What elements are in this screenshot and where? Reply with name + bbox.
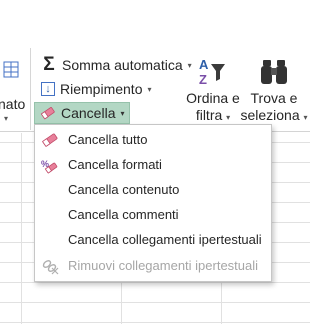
- find-select-label-1: Trova e: [250, 90, 298, 106]
- fill-label: Riempimento: [60, 81, 143, 97]
- chevron-down-icon: ▾: [226, 113, 231, 122]
- group-divider: [30, 48, 31, 130]
- svg-text:Z: Z: [199, 72, 207, 87]
- menu-item-clear-contents[interactable]: Cancella contenuto: [35, 178, 271, 202]
- menu-item-clear-comments[interactable]: Cancella commenti: [35, 203, 271, 227]
- menu-item-label: Cancella contenuto: [68, 182, 180, 197]
- menu-item-remove-hyperlinks: Rimuovi collegamenti ipertestuali: [35, 254, 271, 278]
- autosum-button[interactable]: Σ Somma automatica ▾: [38, 54, 196, 76]
- sort-filter-button[interactable]: A Z Ordina e filtra ▾: [186, 54, 240, 130]
- menu-item-label: Cancella collegamenti ipertestuali: [68, 232, 262, 247]
- eraser-icon: [41, 131, 59, 149]
- format-label: nato: [0, 96, 26, 112]
- format-cells-icon: [2, 60, 22, 80]
- autosum-label: Somma automatica: [62, 57, 183, 73]
- chevron-down-icon: ▾: [303, 113, 308, 122]
- remove-hyperlink-icon: [41, 257, 59, 275]
- svg-text:A: A: [199, 57, 209, 72]
- sort-filter-icon: A Z: [186, 54, 240, 90]
- menu-item-clear-all[interactable]: Cancella tutto: [35, 128, 271, 152]
- menu-item-label: Cancella commenti: [68, 207, 179, 222]
- format-button[interactable]: nato ▾: [0, 58, 30, 128]
- fill-down-icon: ↓: [41, 82, 55, 96]
- clear-label: Cancella: [61, 105, 116, 121]
- menu-item-label: Cancella tutto: [68, 132, 148, 147]
- fill-button[interactable]: ↓ Riempimento ▾: [38, 78, 156, 100]
- menu-item-clear-hyperlinks[interactable]: Cancella collegamenti ipertestuali: [35, 228, 271, 252]
- clear-button[interactable]: Cancella ▾: [34, 102, 130, 124]
- binoculars-icon: [240, 54, 308, 90]
- sort-filter-label-1: Ordina e: [186, 90, 240, 106]
- menu-item-clear-formats[interactable]: % Cancella formati: [35, 153, 271, 177]
- menu-item-label: Rimuovi collegamenti ipertestuali: [68, 258, 259, 273]
- sigma-icon: Σ: [43, 54, 55, 75]
- clear-dropdown-menu: Cancella tutto % Cancella formati Cancel…: [34, 124, 272, 282]
- chevron-down-icon: ▾: [147, 84, 152, 94]
- clear-formats-icon: %: [41, 156, 59, 174]
- find-select-button[interactable]: Trova e seleziona ▾: [240, 54, 308, 130]
- find-select-label-2: seleziona: [240, 107, 300, 123]
- chevron-down-icon: ▾: [120, 108, 125, 118]
- chevron-down-icon: ▾: [4, 114, 9, 123]
- ribbon: nato ▾ Σ Somma automatica ▾ ↓ Riempiment…: [0, 0, 310, 132]
- menu-item-label: Cancella formati: [68, 157, 162, 172]
- sort-filter-label-2: filtra: [195, 107, 223, 123]
- eraser-icon: [39, 104, 57, 122]
